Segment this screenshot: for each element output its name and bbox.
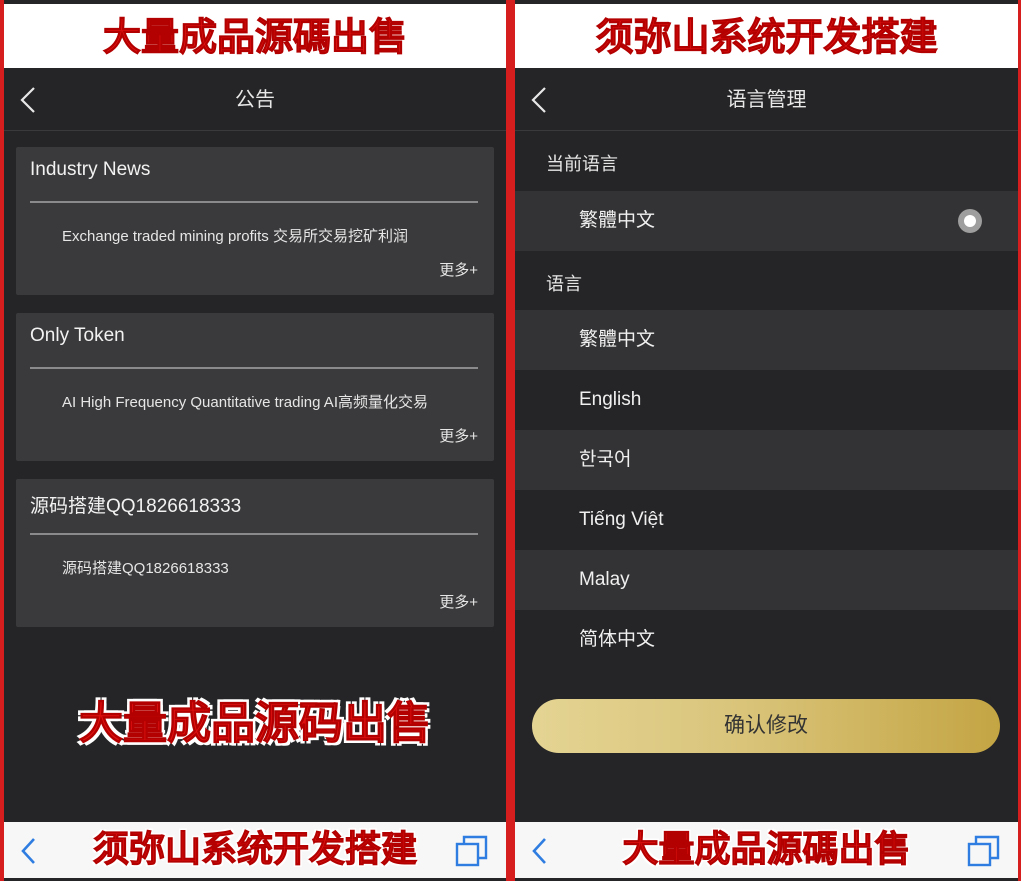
current-language-row[interactable]: 繁體中文	[515, 191, 1018, 251]
more-link[interactable]: 更多+	[439, 425, 478, 446]
language-name: Malay	[579, 569, 630, 590]
announcement-title: 源码搭建QQ1826618333	[30, 496, 242, 517]
announcement-screen: 大量成品源碼出售 公告 Industry News Exchange trade…	[4, 0, 506, 881]
page-title: 公告	[235, 89, 275, 111]
bottom-promo-text: 须弥山系统开发搭建	[92, 829, 417, 871]
language-name: 한국어	[579, 449, 632, 470]
language-option[interactable]: English	[515, 370, 1018, 430]
current-language-label: 当前语言	[546, 154, 618, 174]
divider	[30, 367, 478, 369]
confirm-button[interactable]: 确认修改	[532, 699, 1000, 753]
language-name: 简体中文	[579, 629, 656, 650]
divider	[30, 201, 478, 203]
announcement-card[interactable]: Only Token AI High Frequency Quantitativ…	[16, 313, 494, 461]
language-option[interactable]: 한국어	[515, 430, 1018, 490]
announcement-title: Industry News	[30, 159, 151, 180]
language-name: 繁體中文	[579, 329, 656, 350]
language-name: Tiếng Việt	[579, 509, 664, 530]
browser-tabs-button[interactable]	[454, 834, 490, 868]
divider	[30, 533, 478, 535]
announcement-title: Only Token	[30, 325, 125, 346]
bottom-promo-text: 大量成品源碼出售	[622, 829, 911, 871]
current-language-name: 繁體中文	[579, 210, 656, 231]
more-link[interactable]: 更多+	[439, 259, 478, 280]
announcement-body: 源码搭建QQ1826618333	[62, 560, 229, 577]
more-link[interactable]: 更多+	[439, 591, 478, 612]
language-name: English	[579, 389, 642, 410]
browser-tabs-button[interactable]	[966, 834, 1002, 868]
language-option[interactable]: 简体中文	[515, 610, 1018, 670]
browser-toolbar: 大量成品源碼出售	[515, 822, 1018, 878]
announcement-body: Exchange traded mining profits 交易所交易挖矿利润	[62, 228, 408, 245]
radio-selected-icon[interactable]	[958, 209, 982, 233]
nav-bar: 语言管理	[515, 70, 1018, 131]
languages-label: 语言	[546, 274, 582, 294]
announcement-body: AI High Frequency Quantitative trading A…	[62, 394, 428, 411]
top-promo-banner: 须弥山系统开发搭建	[515, 4, 1018, 68]
browser-tabs-icon	[455, 835, 488, 867]
page-title: 语言管理	[726, 89, 807, 111]
nav-bar: 公告	[4, 70, 506, 131]
language-option[interactable]: Tiếng Việt	[515, 490, 1018, 550]
top-promo-banner: 大量成品源碼出售	[4, 4, 506, 68]
top-promo-text: 须弥山系统开发搭建	[595, 15, 938, 60]
browser-toolbar: 须弥山系统开发搭建	[4, 822, 506, 878]
mid-promo-text: 大量成品源码出售	[79, 698, 432, 750]
top-promo-text: 大量成品源碼出售	[102, 15, 407, 60]
browser-tabs-icon	[967, 835, 1000, 867]
language-option[interactable]: Malay	[515, 550, 1018, 610]
announcement-card[interactable]: Industry News Exchange traded mining pro…	[16, 147, 494, 295]
announcement-card[interactable]: 源码搭建QQ1826618333 源码搭建QQ1826618333 更多+	[16, 479, 494, 627]
language-option[interactable]: 繁體中文	[515, 310, 1018, 370]
language-screen: 须弥山系统开发搭建 语言管理 当前语言 繁體中文 语言 繁體中文 English…	[515, 0, 1018, 881]
